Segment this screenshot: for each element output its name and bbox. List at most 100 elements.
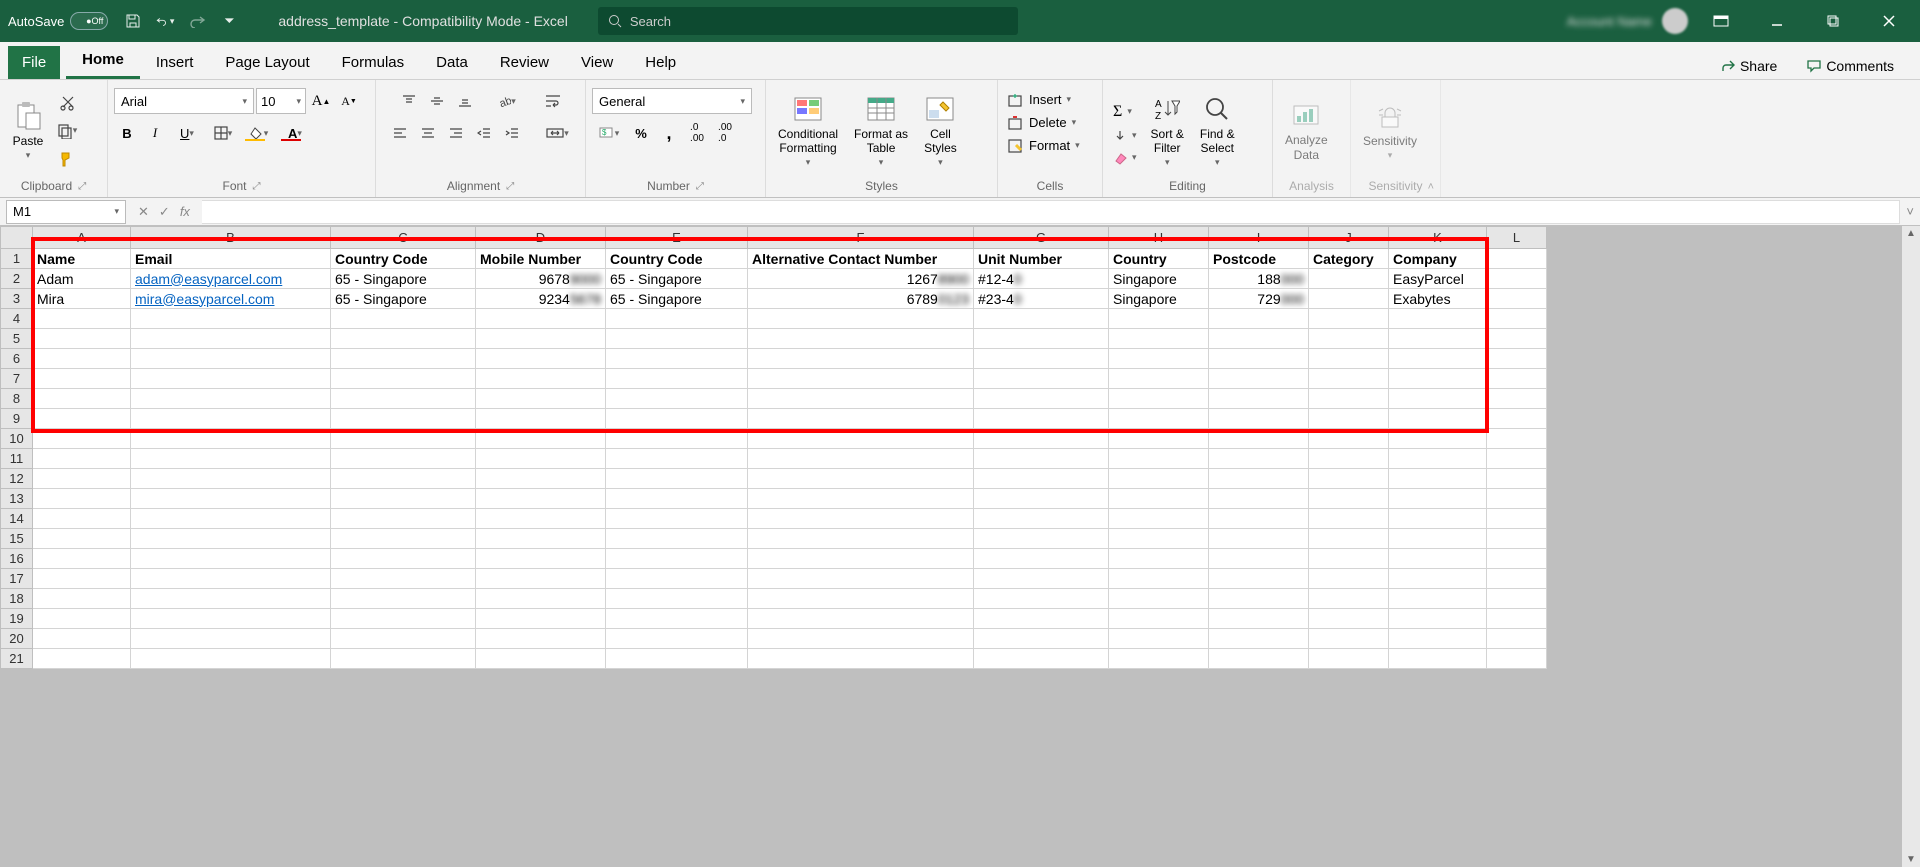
increase-decimal-icon[interactable]: .0.00: [684, 120, 710, 146]
row-header[interactable]: 1: [1, 249, 33, 269]
cell[interactable]: [1389, 529, 1487, 549]
column-header[interactable]: E: [606, 227, 748, 249]
spreadsheet-grid[interactable]: ABCDEFGHIJKL1NameEmailCountry CodeMobile…: [0, 226, 1547, 669]
cell[interactable]: [1109, 469, 1209, 489]
redo-icon[interactable]: [188, 12, 206, 30]
cell[interactable]: [748, 329, 974, 349]
cell[interactable]: [974, 309, 1109, 329]
cell[interactable]: [1309, 449, 1389, 469]
cell[interactable]: [1389, 609, 1487, 629]
cell[interactable]: [974, 509, 1109, 529]
borders-icon[interactable]: ▾: [206, 120, 240, 146]
cell[interactable]: [974, 529, 1109, 549]
cell[interactable]: [1487, 429, 1547, 449]
cell[interactable]: [1487, 589, 1547, 609]
cell[interactable]: [476, 469, 606, 489]
cell[interactable]: [476, 629, 606, 649]
select-all-corner[interactable]: [1, 227, 33, 249]
cell[interactable]: [1309, 489, 1389, 509]
cell[interactable]: [33, 489, 131, 509]
cell[interactable]: [1109, 629, 1209, 649]
cell[interactable]: [748, 409, 974, 429]
cell[interactable]: [974, 429, 1109, 449]
cell[interactable]: [1109, 649, 1209, 669]
align-bottom-icon[interactable]: [452, 88, 478, 114]
decrease-font-icon[interactable]: A▼: [336, 88, 362, 114]
cell[interactable]: [1389, 429, 1487, 449]
cell[interactable]: #12-40: [974, 269, 1109, 289]
cell[interactable]: Postcode: [1209, 249, 1309, 269]
orientation-icon[interactable]: ab▾: [490, 88, 524, 114]
close-icon[interactable]: [1866, 5, 1912, 37]
cell[interactable]: [131, 349, 331, 369]
cell[interactable]: [33, 569, 131, 589]
font-name-select[interactable]: Arial▾: [114, 88, 254, 114]
cell[interactable]: [331, 469, 476, 489]
cell[interactable]: [748, 429, 974, 449]
cancel-formula-icon[interactable]: ✕: [138, 204, 149, 220]
formula-input[interactable]: [202, 200, 1900, 224]
cell[interactable]: Singapore: [1109, 269, 1209, 289]
cell[interactable]: [606, 509, 748, 529]
cell[interactable]: [1109, 549, 1209, 569]
align-middle-icon[interactable]: [424, 88, 450, 114]
cell[interactable]: [748, 609, 974, 629]
row-header[interactable]: 4: [1, 309, 33, 329]
row-header[interactable]: 13: [1, 489, 33, 509]
row-header[interactable]: 10: [1, 429, 33, 449]
format-as-table-button[interactable]: Format as Table▾: [848, 89, 914, 173]
cell[interactable]: [974, 629, 1109, 649]
autosum-button[interactable]: Σ▾: [1109, 101, 1141, 123]
bold-icon[interactable]: B: [114, 120, 140, 146]
cell[interactable]: [748, 309, 974, 329]
cell[interactable]: [1309, 629, 1389, 649]
cell[interactable]: [131, 629, 331, 649]
cell[interactable]: [1309, 329, 1389, 349]
cell[interactable]: adam@easyparcel.com: [131, 269, 331, 289]
column-header[interactable]: F: [748, 227, 974, 249]
wrap-text-icon[interactable]: [540, 88, 566, 114]
cell[interactable]: [748, 649, 974, 669]
autosave-toggle[interactable]: AutoSave ● Off: [8, 12, 108, 30]
cell[interactable]: [1109, 389, 1209, 409]
cell[interactable]: [606, 369, 748, 389]
cell[interactable]: [476, 429, 606, 449]
cell[interactable]: [1389, 449, 1487, 469]
cell[interactable]: [606, 309, 748, 329]
cell[interactable]: [1209, 449, 1309, 469]
cell[interactable]: [1487, 349, 1547, 369]
cell[interactable]: [606, 529, 748, 549]
cell[interactable]: [331, 589, 476, 609]
cell[interactable]: [1209, 469, 1309, 489]
cell[interactable]: [748, 449, 974, 469]
row-header[interactable]: 17: [1, 569, 33, 589]
cell[interactable]: [1109, 609, 1209, 629]
cell[interactable]: [1309, 509, 1389, 529]
cell[interactable]: [131, 649, 331, 669]
cell[interactable]: [476, 309, 606, 329]
cell[interactable]: Name: [33, 249, 131, 269]
cell[interactable]: [1389, 629, 1487, 649]
cell[interactable]: [476, 489, 606, 509]
cell[interactable]: [331, 609, 476, 629]
cell[interactable]: [131, 549, 331, 569]
minimize-icon[interactable]: [1754, 5, 1800, 37]
row-header[interactable]: 18: [1, 589, 33, 609]
row-header[interactable]: 8: [1, 389, 33, 409]
undo-icon[interactable]: ▾: [156, 12, 174, 30]
cell[interactable]: [974, 589, 1109, 609]
align-left-icon[interactable]: [387, 120, 413, 146]
percent-icon[interactable]: %: [628, 120, 654, 146]
copy-icon[interactable]: ▾: [54, 118, 80, 144]
cell[interactable]: [1309, 349, 1389, 369]
cell[interactable]: [331, 529, 476, 549]
cell[interactable]: [476, 509, 606, 529]
qat-customize-icon[interactable]: ⏷: [220, 12, 238, 30]
cell[interactable]: [476, 449, 606, 469]
cell[interactable]: [331, 569, 476, 589]
cell[interactable]: [606, 409, 748, 429]
number-launcher-icon[interactable]: ⤢: [696, 181, 704, 192]
cell[interactable]: [1309, 469, 1389, 489]
row-header[interactable]: 5: [1, 329, 33, 349]
format-cells-button[interactable]: Format▾: [1004, 136, 1084, 155]
